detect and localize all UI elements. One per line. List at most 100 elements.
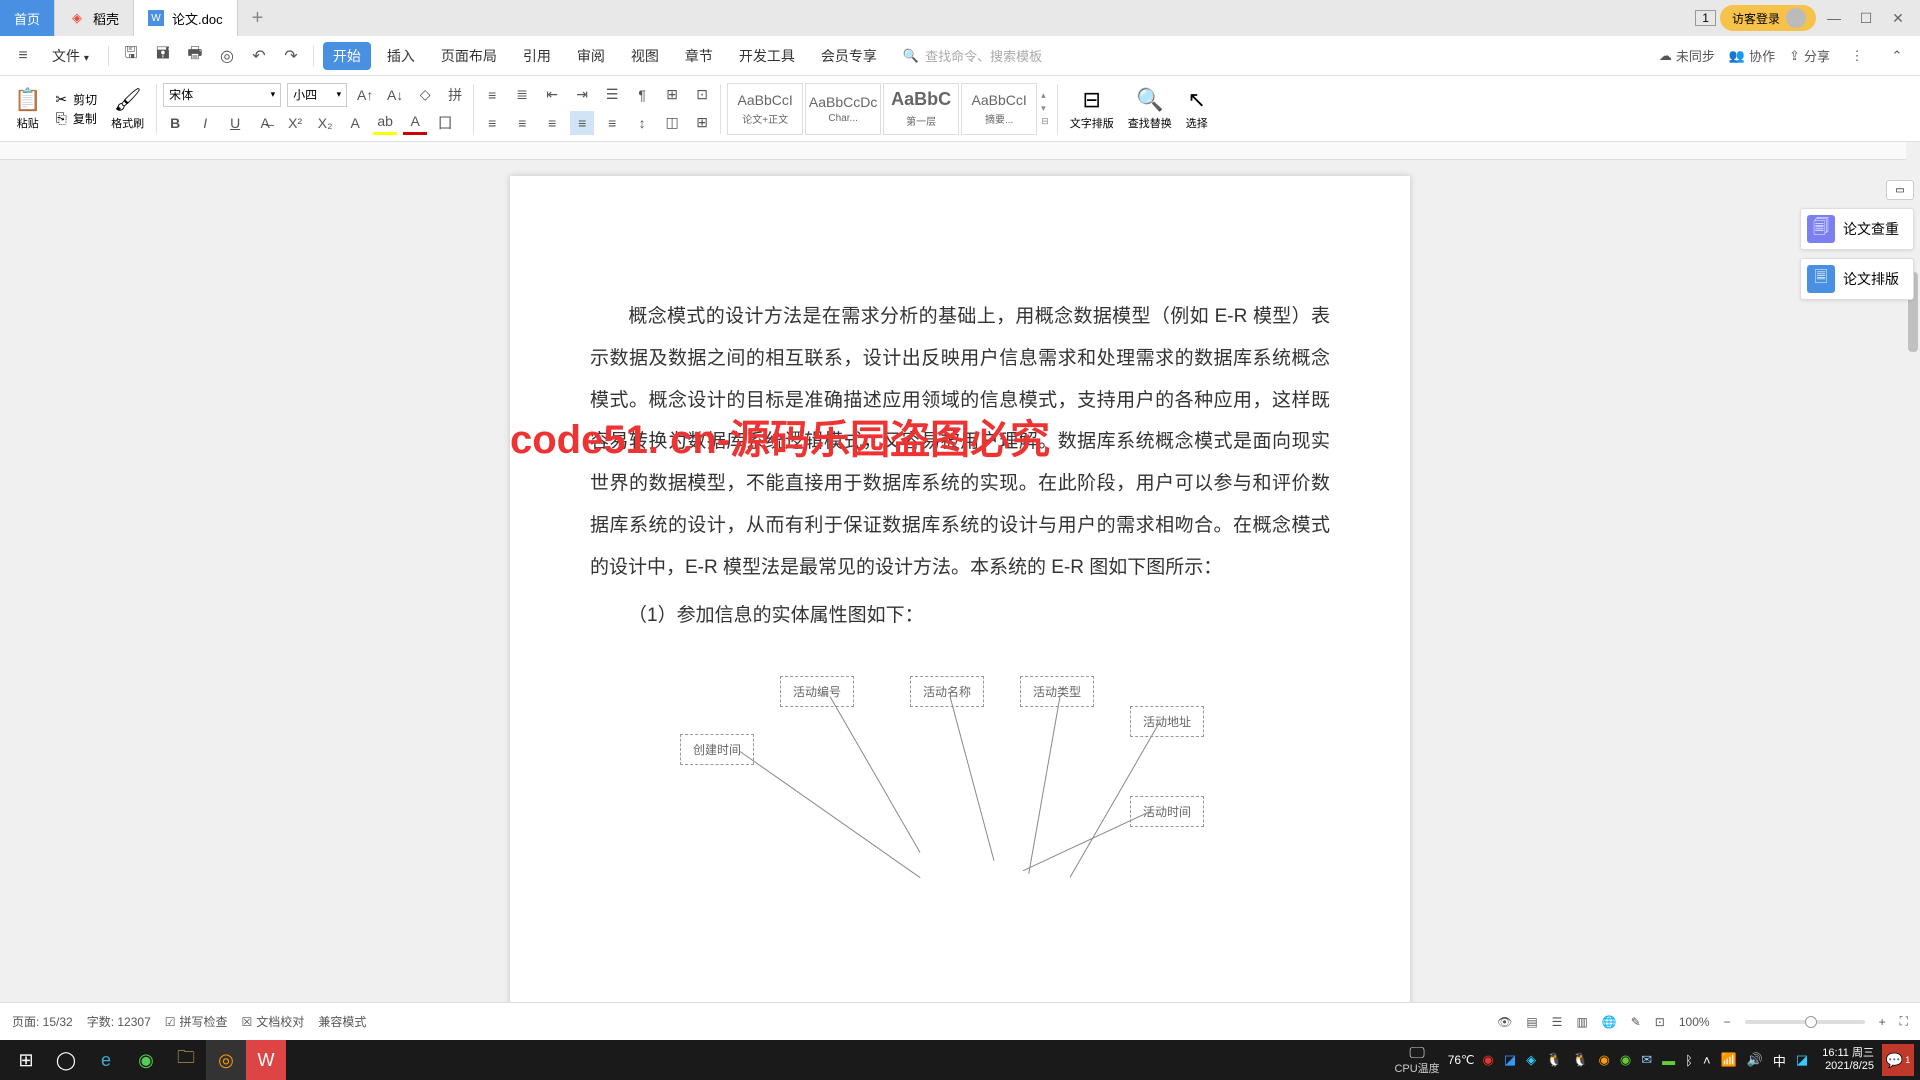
- app-icon-1[interactable]: ◎: [206, 1040, 246, 1080]
- superscript-button[interactable]: X²: [283, 111, 307, 135]
- strikethrough-button[interactable]: A̶: [253, 111, 277, 135]
- zoom-level[interactable]: 100%: [1679, 1015, 1710, 1029]
- web-view-icon[interactable]: 🌐: [1602, 1015, 1617, 1029]
- cortana-icon[interactable]: ◯: [46, 1040, 86, 1080]
- copy-button[interactable]: 复制: [73, 110, 97, 127]
- browser-icon[interactable]: ◉: [126, 1040, 166, 1080]
- menu-chapter[interactable]: 章节: [675, 42, 723, 70]
- print-preview-icon[interactable]: ◎: [214, 43, 240, 69]
- style-expand[interactable]: ⊟: [1041, 116, 1049, 127]
- tab-daoqiao[interactable]: ◈稻壳: [55, 0, 134, 36]
- save-as-icon[interactable]: 🖬: [150, 43, 176, 69]
- font-color-button[interactable]: A: [403, 111, 427, 135]
- reading-view-icon[interactable]: ▥: [1576, 1015, 1587, 1029]
- page-indicator[interactable]: 页面: 15/32: [12, 1013, 73, 1030]
- format-painter-button[interactable]: 🖌格式刷: [105, 85, 150, 133]
- fit-width-icon[interactable]: ⊡: [1655, 1015, 1665, 1029]
- borders-button[interactable]: ⊞: [690, 111, 714, 135]
- ruler[interactable]: [0, 142, 1920, 160]
- italic-button[interactable]: I: [193, 111, 217, 135]
- tray-icon[interactable]: ◪: [1796, 1052, 1808, 1068]
- close-button[interactable]: ✕: [1884, 4, 1912, 32]
- style-body[interactable]: AaBbCcI论文+正文: [727, 83, 803, 135]
- font-size-select[interactable]: 小四▾: [287, 83, 347, 107]
- distribute-button[interactable]: ≡: [600, 111, 624, 135]
- style-char[interactable]: AaBbCcDcChar...: [805, 83, 881, 135]
- tray-overflow-icon[interactable]: ˄: [1703, 1053, 1711, 1068]
- redo-icon[interactable]: ↷: [278, 43, 304, 69]
- share-button[interactable]: ⇪分享: [1789, 46, 1830, 65]
- sort-button[interactable]: ☰: [600, 83, 624, 107]
- tab-add-button[interactable]: +: [238, 0, 278, 36]
- zoom-slider[interactable]: [1745, 1020, 1865, 1024]
- bold-button[interactable]: B: [163, 111, 187, 135]
- align-justify-button[interactable]: ≡: [570, 111, 594, 135]
- menu-start[interactable]: 开始: [323, 42, 371, 70]
- file-menu[interactable]: 文件 ▾: [42, 42, 99, 70]
- collapse-ribbon-icon[interactable]: ⌃: [1884, 43, 1910, 69]
- notification-center[interactable]: 💬1: [1882, 1044, 1914, 1076]
- login-button[interactable]: 访客登录: [1720, 5, 1816, 31]
- menu-page-layout[interactable]: 页面布局: [431, 42, 507, 70]
- tray-icon[interactable]: 🐧: [1546, 1052, 1562, 1068]
- side-toggle[interactable]: ▭: [1886, 180, 1914, 200]
- eye-mode-icon[interactable]: 👁: [1497, 1015, 1512, 1029]
- style-scroll-down[interactable]: ▾: [1041, 103, 1049, 114]
- cpu-temp-widget[interactable]: 🖵 CPU温度: [1394, 1045, 1439, 1075]
- line-spacing-button[interactable]: ↕: [630, 111, 654, 135]
- increase-indent-button[interactable]: ⇥: [570, 83, 594, 107]
- print-icon[interactable]: 🖶: [182, 43, 208, 69]
- zoom-in-button[interactable]: +: [1879, 1015, 1886, 1029]
- find-replace-button[interactable]: 🔍查找替换: [1122, 85, 1178, 133]
- align-center-button[interactable]: ≡: [510, 111, 534, 135]
- wps-icon[interactable]: W: [246, 1040, 286, 1080]
- minimize-button[interactable]: —: [1820, 4, 1848, 32]
- doc-proof-toggle[interactable]: ☒文档校对: [242, 1013, 305, 1030]
- hamburger-icon[interactable]: ≡: [10, 43, 36, 69]
- outline-view-icon[interactable]: ☰: [1552, 1015, 1563, 1029]
- zoom-out-button[interactable]: −: [1724, 1015, 1731, 1029]
- zoom-knob[interactable]: [1805, 1016, 1817, 1028]
- tray-icon[interactable]: ✉: [1641, 1052, 1652, 1068]
- tray-icon[interactable]: ◈: [1526, 1052, 1536, 1068]
- page-view-icon[interactable]: ▤: [1526, 1015, 1537, 1029]
- explorer-icon[interactable]: 🗀: [166, 1040, 206, 1080]
- edit-mode-icon[interactable]: ✎: [1631, 1015, 1641, 1029]
- select-button[interactable]: ↖选择: [1180, 85, 1214, 133]
- tab-char-button[interactable]: ¶: [630, 83, 654, 107]
- grow-font-icon[interactable]: A↑: [353, 83, 377, 107]
- highlight-button[interactable]: ab: [373, 111, 397, 135]
- clock[interactable]: 16:11 周三 2021/8/25: [1814, 1047, 1882, 1073]
- spell-check-toggle[interactable]: ☑拼写检查: [165, 1013, 228, 1030]
- underline-button[interactable]: U: [223, 111, 247, 135]
- bluetooth-icon[interactable]: ᛒ: [1685, 1053, 1693, 1068]
- volume-icon[interactable]: 🔊: [1747, 1052, 1763, 1068]
- align-left-button[interactable]: ≡: [480, 111, 504, 135]
- subscript-button[interactable]: X₂: [313, 111, 337, 135]
- tray-icon[interactable]: ▬: [1662, 1053, 1675, 1068]
- paper-format-button[interactable]: 🗏论文排版: [1800, 258, 1914, 300]
- plagiarism-check-button[interactable]: 🗐论文查重: [1800, 208, 1914, 250]
- clear-format-icon[interactable]: ◇: [413, 83, 437, 107]
- menu-insert[interactable]: 插入: [377, 42, 425, 70]
- menu-view[interactable]: 视图: [621, 42, 669, 70]
- menu-review[interactable]: 审阅: [567, 42, 615, 70]
- menu-vip[interactable]: 会员专享: [811, 42, 887, 70]
- style-scroll-up[interactable]: ▴: [1041, 90, 1049, 101]
- bullet-list-button[interactable]: ≡: [480, 83, 504, 107]
- maximize-button[interactable]: ☐: [1852, 4, 1880, 32]
- command-search[interactable]: 🔍查找命令、搜索模板: [903, 46, 1042, 65]
- ie-icon[interactable]: e: [86, 1040, 126, 1080]
- ime-indicator[interactable]: 中: [1773, 1051, 1786, 1070]
- window-count-badge[interactable]: 1: [1695, 10, 1716, 26]
- save-icon[interactable]: 🖫: [118, 43, 144, 69]
- style-level1[interactable]: AaBbC第一层: [883, 83, 959, 135]
- more-icon[interactable]: ⋮: [1844, 43, 1870, 69]
- document-page[interactable]: 概念模式的设计方法是在需求分析的基础上，用概念数据模型（例如 E-R 模型）表示…: [510, 176, 1410, 1002]
- wifi-icon[interactable]: 📶: [1721, 1052, 1737, 1068]
- tray-icon[interactable]: ◉: [1620, 1052, 1631, 1068]
- paste-button[interactable]: 📋粘贴: [8, 85, 47, 133]
- align-right-button[interactable]: ≡: [540, 111, 564, 135]
- fullscreen-icon[interactable]: ⛶: [1900, 1014, 1908, 1029]
- collab-button[interactable]: 👥协作: [1729, 46, 1775, 65]
